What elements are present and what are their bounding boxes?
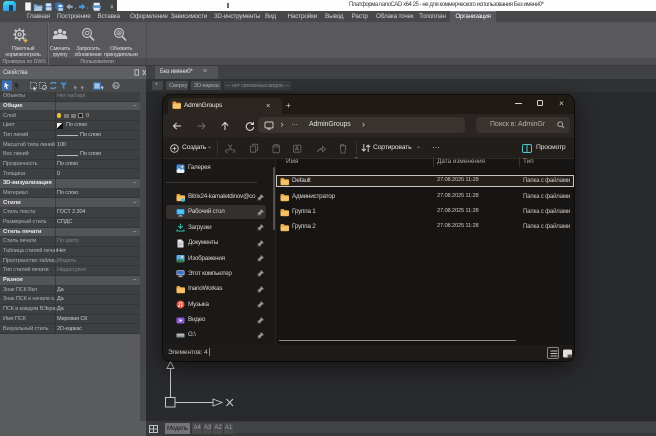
svg-text:?: ? xyxy=(114,83,118,90)
